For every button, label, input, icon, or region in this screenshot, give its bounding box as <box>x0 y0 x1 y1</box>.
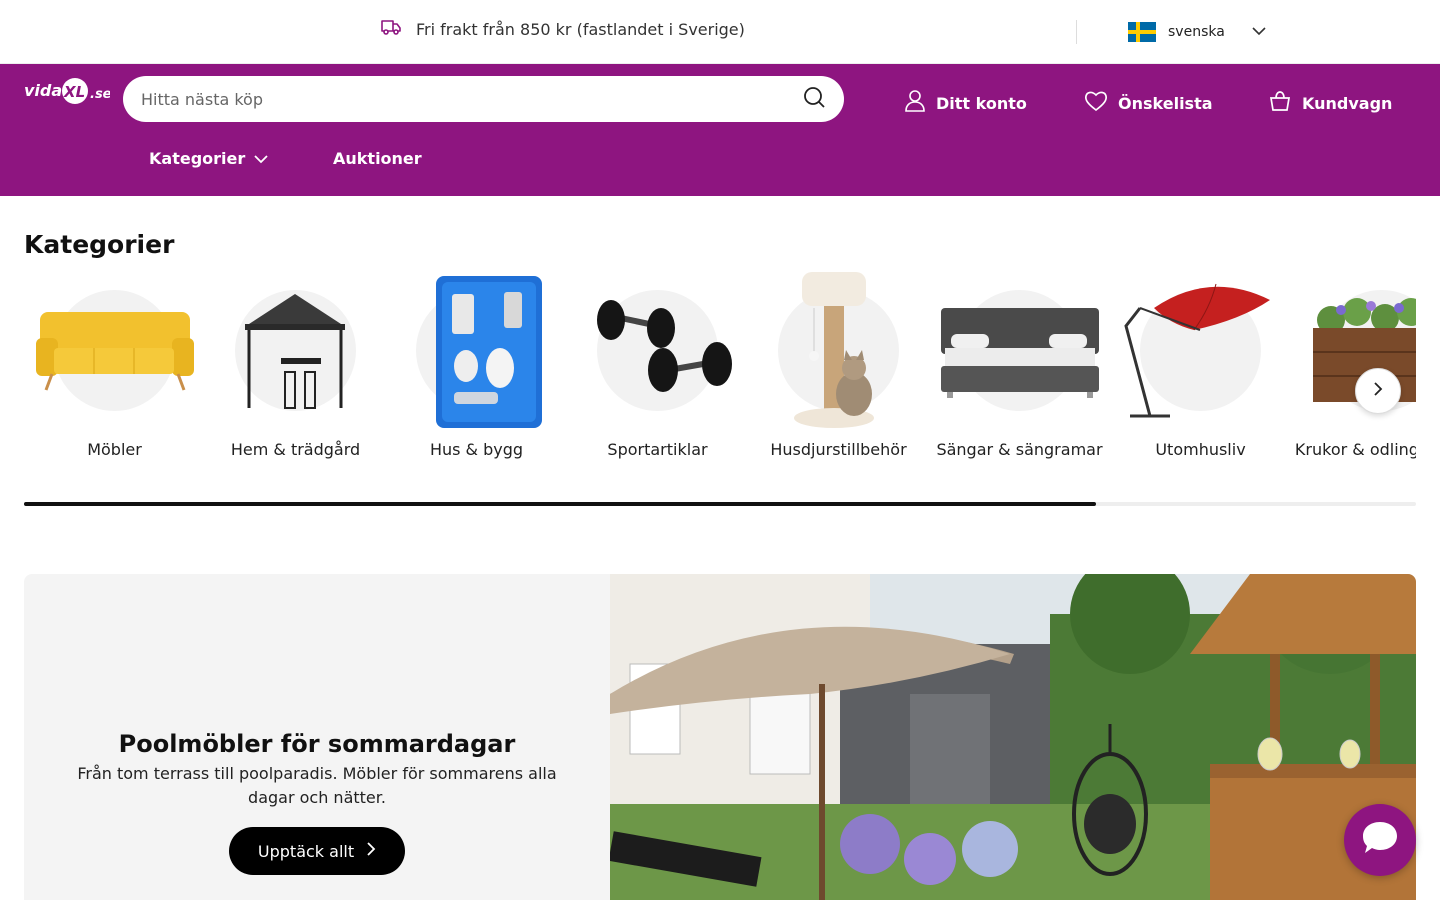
category-item-pets[interactable]: Husdjurstillbehör <box>748 266 929 496</box>
carousel-next-button[interactable] <box>1355 368 1401 414</box>
sofa-image <box>36 312 194 391</box>
heart-icon <box>1084 90 1108 116</box>
category-label: Hus & bygg <box>429 440 524 459</box>
svg-text:.se: .se <box>90 87 110 102</box>
account-link[interactable]: Ditt konto <box>904 90 1027 116</box>
carousel-scrollbar[interactable] <box>24 502 1416 506</box>
nav-categories-label: Kategorier <box>149 148 246 168</box>
svg-text:vida: vida <box>24 81 62 100</box>
dumbbells-image <box>597 300 732 392</box>
wishlist-link[interactable]: Önskelista <box>1084 90 1213 116</box>
site-logo[interactable]: vida XL .se <box>24 76 112 108</box>
category-item-outdoor[interactable]: Utomhusliv <box>1110 266 1291 496</box>
category-item-beds[interactable]: Sängar & sängramar <box>929 266 1110 496</box>
chevron-right-icon <box>1372 381 1384 401</box>
category-item-sports[interactable]: Sportartiklar <box>567 266 748 496</box>
cart-label: Kundvagn <box>1302 93 1393 113</box>
carousel-scrollbar-thumb[interactable] <box>24 502 1096 506</box>
search-bar <box>123 76 844 122</box>
chevron-right-icon <box>366 841 376 861</box>
promo-description: Från tom terrass till poolparadis. Möble… <box>77 764 557 807</box>
category-label: Hem & trädgård <box>230 440 361 459</box>
search-icon[interactable] <box>802 85 826 113</box>
chat-bubble-icon <box>1360 819 1400 861</box>
swedish-flag-icon <box>1128 22 1156 42</box>
truck-icon <box>380 17 402 41</box>
user-icon <box>904 89 926 117</box>
promo-title: Poolmöbler för sommardagar <box>118 730 516 758</box>
category-label: Krukor & odlingslådor <box>1294 440 1416 459</box>
shipping-notice: Fri frakt från 850 kr (fastlandet i Sver… <box>380 16 745 42</box>
tool-case-image <box>436 276 542 428</box>
planter-image <box>1313 298 1416 402</box>
search-input[interactable] <box>141 89 802 109</box>
chat-button[interactable] <box>1344 804 1416 876</box>
category-carousel: Möbler Hem & trädgård Hus & bygg Sportar… <box>24 266 1416 496</box>
promo-text-panel: Poolmöbler för sommardagar Från tom terr… <box>24 574 610 900</box>
chevron-down-icon <box>1251 24 1267 40</box>
language-label: svenska <box>1168 24 1225 40</box>
chevron-down-icon <box>253 149 269 168</box>
garden-scene-image[interactable] <box>610 574 1416 900</box>
category-label: Husdjurstillbehör <box>770 440 907 459</box>
category-label: Sängar & sängramar <box>936 440 1103 459</box>
parasol-image <box>1124 283 1270 418</box>
category-label: Möbler <box>87 440 142 459</box>
topbar-divider <box>1076 20 1077 44</box>
nav-auctions-label: Auktioner <box>333 148 422 168</box>
shipping-text: Fri frakt från 850 kr (fastlandet i Sver… <box>416 19 745 39</box>
discover-all-button[interactable]: Upptäck allt <box>229 827 405 875</box>
wishlist-label: Önskelista <box>1118 93 1213 113</box>
main-header: vida XL .se Ditt konto Önskelista Kundva… <box>0 64 1440 196</box>
language-selector[interactable]: svenska <box>1128 20 1267 44</box>
svg-text:XL: XL <box>63 83 85 101</box>
bed-image <box>941 308 1099 398</box>
top-bar: Fri frakt från 850 kr (fastlandet i Sver… <box>0 0 1440 64</box>
cart-link[interactable]: Kundvagn <box>1268 90 1392 116</box>
category-item-home-garden[interactable]: Hem & trädgård <box>205 266 386 496</box>
category-item-furniture[interactable]: Möbler <box>24 266 205 496</box>
account-label: Ditt konto <box>936 93 1027 113</box>
category-item-house-build[interactable]: Hus & bygg <box>386 266 567 496</box>
cat-tree-image <box>794 272 874 428</box>
nav-auctions[interactable]: Auktioner <box>333 146 422 170</box>
basket-icon <box>1268 89 1292 117</box>
category-label: Sportartiklar <box>607 440 708 459</box>
category-label: Utomhusliv <box>1155 440 1246 459</box>
cta-label: Upptäck allt <box>257 841 355 861</box>
promo-banner: Poolmöbler för sommardagar Från tom terr… <box>24 574 1416 900</box>
gazebo-image <box>245 294 345 409</box>
categories-title: Kategorier <box>24 230 175 259</box>
nav-categories[interactable]: Kategorier <box>149 146 269 170</box>
